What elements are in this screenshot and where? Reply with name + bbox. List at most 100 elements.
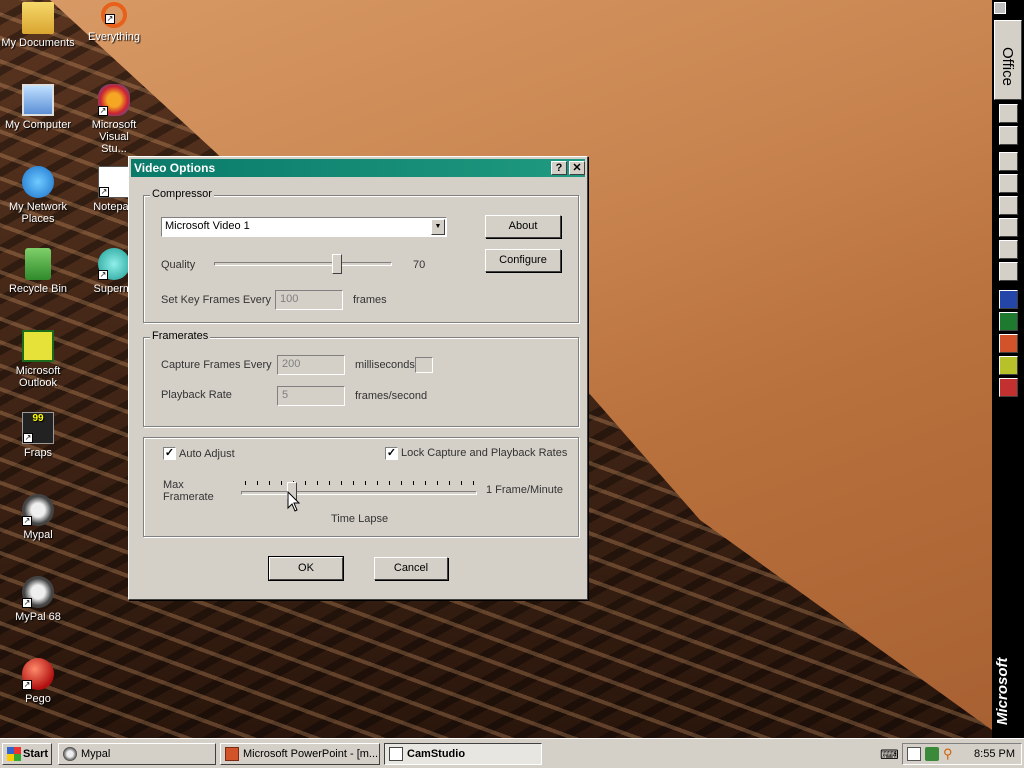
capture-frames-input[interactable]: 200 bbox=[277, 355, 345, 375]
office-bar-appointment-icon[interactable] bbox=[999, 174, 1018, 193]
office-bar-powerpoint-icon[interactable] bbox=[999, 334, 1018, 353]
desktop-icon-mypal-68[interactable]: ↗ MyPal 68 bbox=[0, 576, 76, 623]
shortcut-arrow-icon: ↗ bbox=[98, 270, 108, 280]
mypal-raccoon-icon: ↗ bbox=[22, 494, 54, 526]
outlook-icon bbox=[22, 330, 54, 362]
office-bar-new-message-icon[interactable] bbox=[999, 152, 1018, 171]
cancel-button[interactable]: Cancel bbox=[374, 557, 448, 580]
playback-rate-input[interactable]: 5 bbox=[277, 386, 345, 406]
desktop-icon-fraps[interactable]: 99 ↗ Fraps bbox=[0, 412, 76, 459]
desktop-icon-my-documents[interactable]: My Documents bbox=[0, 2, 76, 49]
desktop-icon-visual-studio[interactable]: ↗ Microsoft Visual Stu... bbox=[76, 84, 152, 155]
taskbar-item-label: Microsoft PowerPoint - [m... bbox=[243, 748, 379, 760]
desktop-icon-pego[interactable]: ↗ Pego bbox=[0, 658, 76, 705]
taskbar-item-label: CamStudio bbox=[407, 748, 466, 760]
office-bar-office-button[interactable]: Office bbox=[994, 20, 1022, 100]
time-lapse-caption: Time Lapse bbox=[331, 513, 389, 525]
desktop-icon-my-network-places[interactable]: My Network Places bbox=[0, 166, 76, 225]
desktop-icon-label: Microsoft Visual Stu... bbox=[91, 119, 137, 155]
desktop-icon-recycle-bin[interactable]: Recycle Bin bbox=[0, 248, 76, 295]
taskbar-item-powerpoint[interactable]: Microsoft PowerPoint - [m... bbox=[220, 743, 380, 765]
recycle-bin-icon bbox=[25, 248, 51, 280]
keyboard-icon[interactable]: ⌨ bbox=[880, 747, 899, 763]
office-bar-new-document-icon[interactable] bbox=[999, 104, 1018, 123]
visual-studio-icon: ↗ bbox=[98, 84, 130, 116]
tray-shield-icon[interactable] bbox=[925, 747, 939, 761]
shortcut-arrow-icon: ↗ bbox=[22, 680, 32, 690]
keyframes-label: Set Key Frames Every bbox=[161, 294, 272, 306]
slider-tick bbox=[281, 481, 282, 485]
slider-tick bbox=[317, 481, 318, 485]
keyframes-input[interactable]: 100 bbox=[275, 290, 343, 310]
chevron-down-icon[interactable]: ▼ bbox=[431, 219, 445, 235]
slider-tick bbox=[353, 481, 354, 485]
office-bar-journal-icon[interactable] bbox=[999, 240, 1018, 259]
slider-tick bbox=[449, 481, 450, 485]
office-bar-excel-icon[interactable] bbox=[999, 312, 1018, 331]
slider-tick bbox=[473, 481, 474, 485]
about-button[interactable]: About bbox=[485, 215, 561, 238]
dialog-title-bar[interactable]: Video Options ? ✕ bbox=[131, 159, 585, 177]
taskbar-item-label: Mypal bbox=[81, 748, 111, 760]
taskbar: Start Mypal Microsoft PowerPoint - [m...… bbox=[0, 738, 1024, 768]
quality-slider-track[interactable] bbox=[214, 262, 392, 266]
desktop-icon-my-computer[interactable]: My Computer bbox=[0, 84, 76, 131]
lock-rates-checkbox[interactable]: ✓ bbox=[385, 447, 398, 460]
auto-adjust-label: Auto Adjust bbox=[179, 448, 235, 460]
video-options-dialog: Video Options ? ✕ Compressor Microsoft V… bbox=[128, 156, 588, 600]
compressor-select[interactable]: Microsoft Video 1 ▼ bbox=[161, 217, 447, 237]
ok-button[interactable]: OK bbox=[268, 556, 344, 581]
configure-button[interactable]: Configure bbox=[485, 249, 561, 272]
capture-color-swatch[interactable] bbox=[415, 357, 433, 373]
pego-icon: ↗ bbox=[22, 658, 54, 690]
shortcut-arrow-icon: ↗ bbox=[99, 187, 109, 197]
slider-tick bbox=[365, 481, 366, 485]
office-bar-microsoft-brand: Microsoft bbox=[994, 657, 1011, 726]
windows-logo-icon bbox=[7, 747, 21, 761]
start-button[interactable]: Start bbox=[2, 743, 52, 765]
mouse-cursor-icon bbox=[287, 491, 301, 512]
desktop-icon-mypal[interactable]: ↗ Mypal bbox=[0, 494, 76, 541]
tray-search-icon[interactable]: ⚲ bbox=[943, 746, 953, 762]
max-framerate-label-line1: Max bbox=[163, 479, 184, 491]
everything-icon: ↗ bbox=[101, 2, 127, 28]
system-tray: ⚲ 8:55 PM bbox=[902, 743, 1022, 765]
supermi-icon: ↗ bbox=[98, 248, 130, 280]
help-button[interactable]: ? bbox=[551, 161, 567, 175]
taskbar-item-camstudio[interactable]: CamStudio bbox=[384, 743, 542, 765]
office-bar-outlook-icon[interactable] bbox=[999, 356, 1018, 375]
slider-tick bbox=[341, 481, 342, 485]
clock[interactable]: 8:55 PM bbox=[974, 748, 1015, 760]
quality-label: Quality bbox=[161, 259, 196, 271]
office-bar-note-icon[interactable] bbox=[999, 262, 1018, 281]
quality-slider-thumb[interactable] bbox=[331, 254, 342, 274]
desktop-icon-everything[interactable]: ↗ Everything bbox=[76, 2, 152, 43]
network-icon bbox=[22, 166, 54, 198]
taskbar-item-mypal[interactable]: Mypal bbox=[58, 743, 216, 765]
shortcut-arrow-icon: ↗ bbox=[22, 598, 32, 608]
auto-adjust-checkbox[interactable]: ✓ bbox=[163, 447, 176, 460]
close-button[interactable]: ✕ bbox=[569, 161, 585, 175]
office-bar-access-icon[interactable] bbox=[999, 378, 1018, 397]
quality-value: 70 bbox=[413, 259, 426, 271]
office-bar-menu-icon[interactable] bbox=[994, 2, 1006, 14]
slider-tick bbox=[461, 481, 462, 485]
office-bar-task-icon[interactable] bbox=[999, 196, 1018, 215]
max-framerate-slider-track[interactable] bbox=[241, 491, 477, 495]
desktop-icon-microsoft-outlook[interactable]: Microsoft Outlook bbox=[0, 330, 76, 389]
office-bar-contact-icon[interactable] bbox=[999, 218, 1018, 237]
office-bar-open-document-icon[interactable] bbox=[999, 126, 1018, 145]
keyframes-unit: frames bbox=[353, 294, 387, 306]
desktop-icon-label: My Network Places bbox=[8, 201, 68, 225]
slider-tick bbox=[425, 481, 426, 485]
shortcut-arrow-icon: ↗ bbox=[98, 106, 108, 116]
desktop-icon-label: Microsoft Outlook bbox=[15, 365, 61, 389]
dialog-title: Video Options bbox=[134, 161, 216, 175]
tray-monitor-icon[interactable] bbox=[907, 747, 921, 761]
office-bar-word-icon[interactable] bbox=[999, 290, 1018, 309]
mypal-raccoon-icon: ↗ bbox=[22, 576, 54, 608]
office-bar-label: Office bbox=[999, 47, 1016, 86]
desktop-icon-label: My Computer bbox=[4, 119, 72, 131]
shortcut-arrow-icon: ↗ bbox=[105, 14, 115, 24]
slider-tick bbox=[305, 481, 306, 485]
